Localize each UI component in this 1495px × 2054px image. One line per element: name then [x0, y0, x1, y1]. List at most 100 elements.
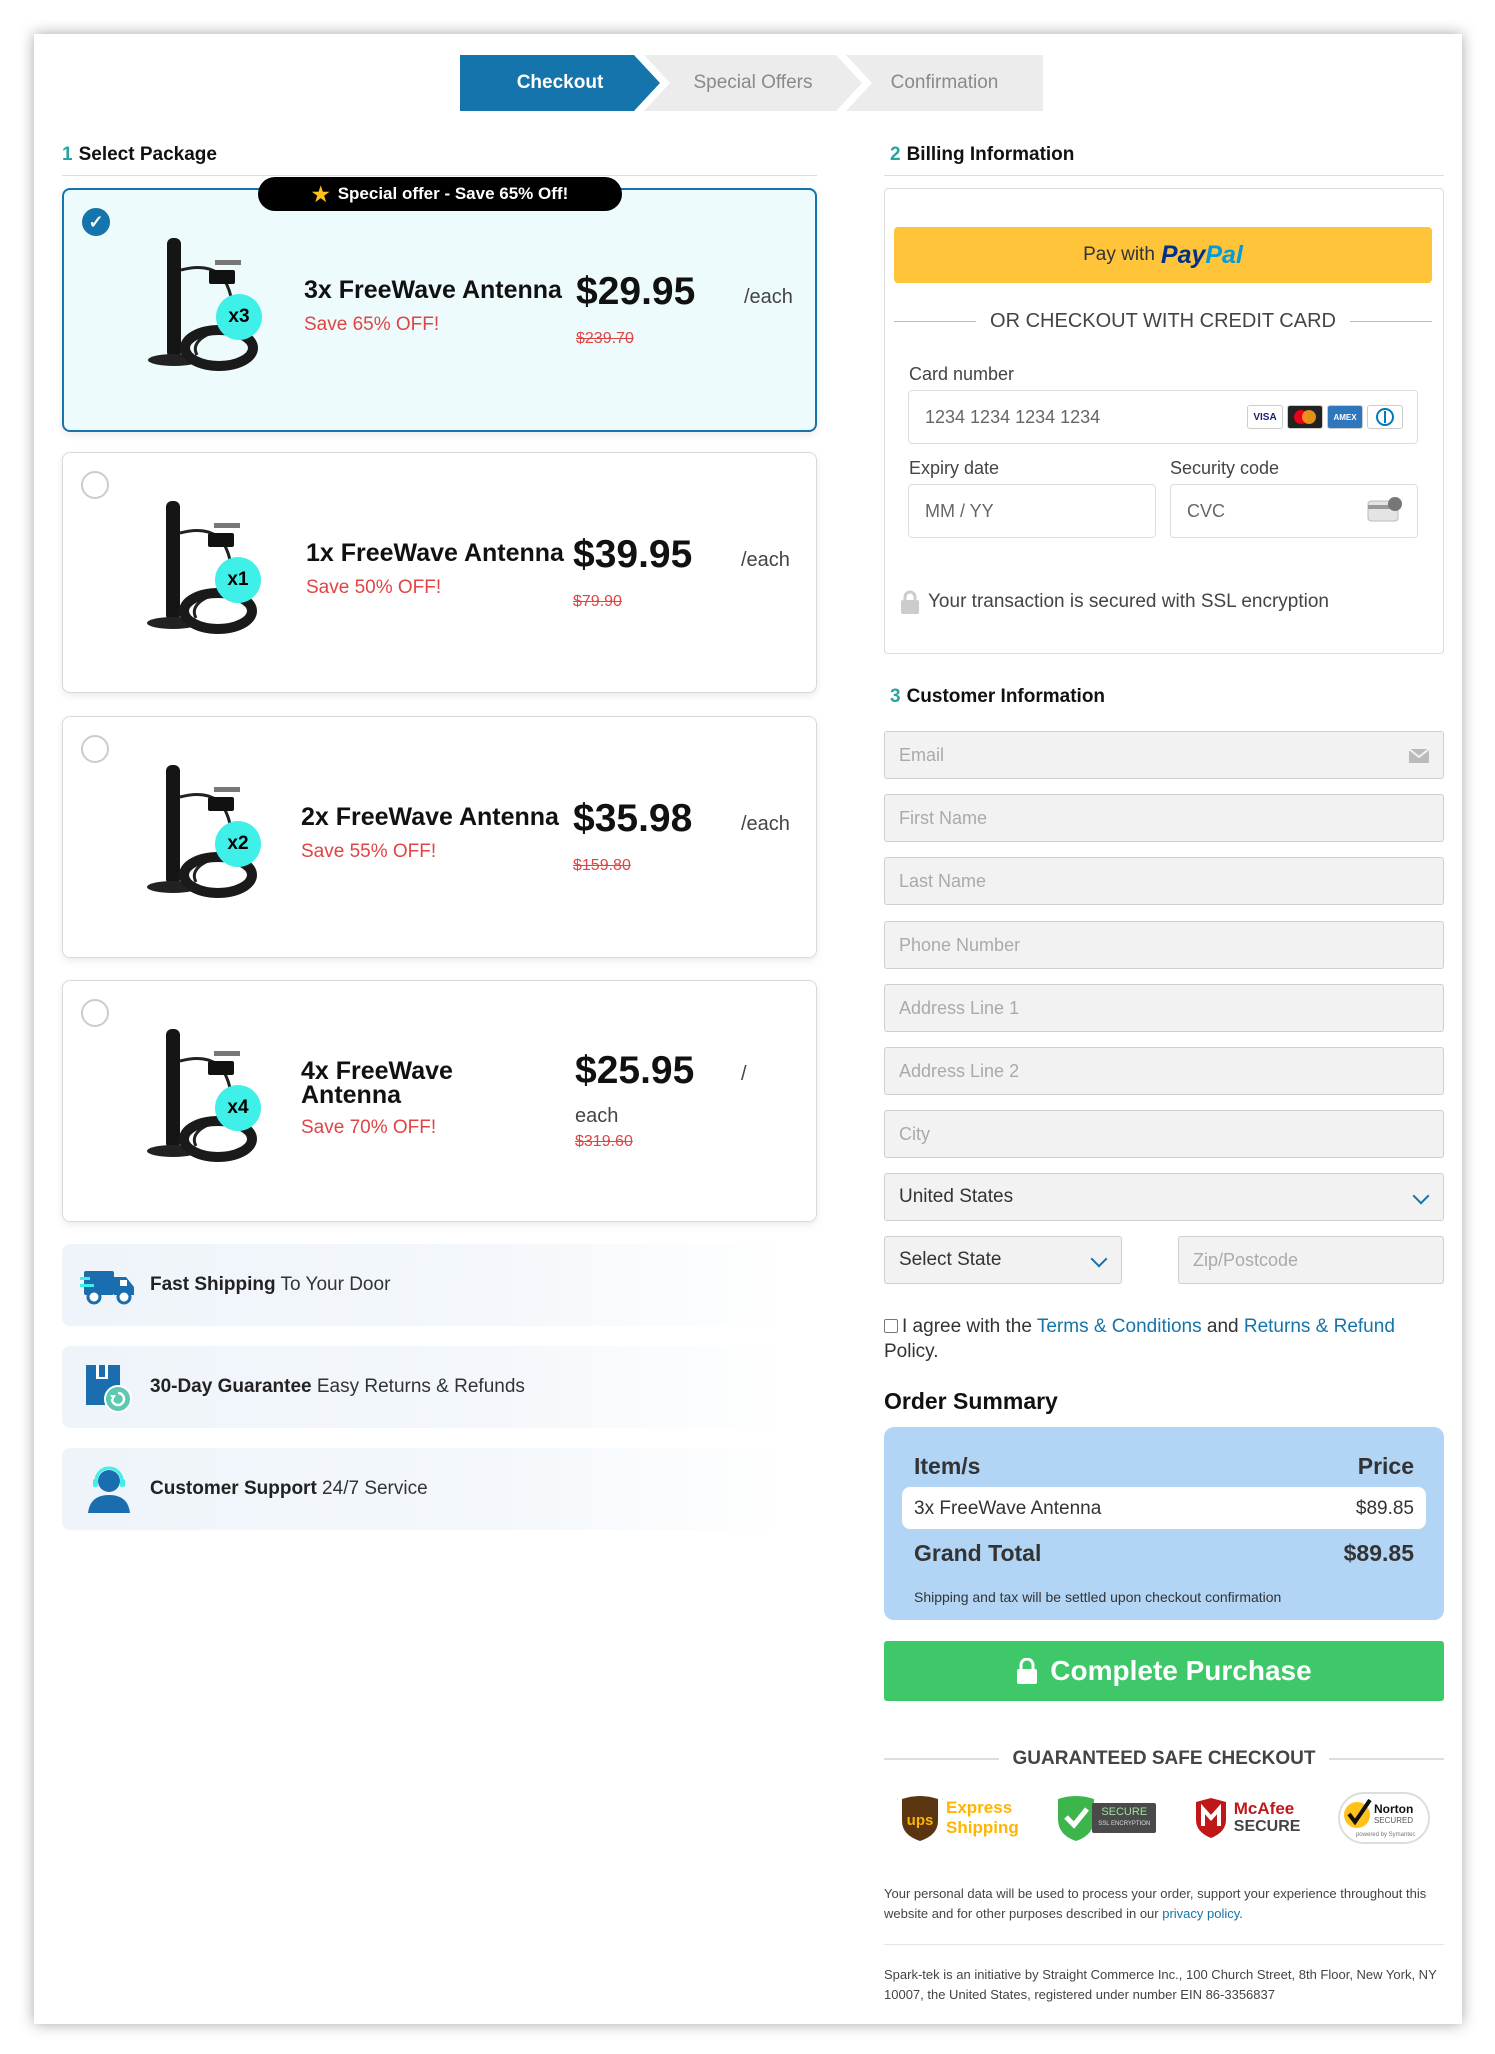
last-name-input[interactable]: Last Name [884, 857, 1444, 905]
package-radio[interactable] [81, 999, 109, 1027]
package-price-unit: /each [744, 286, 793, 308]
package-old-price: $239.70 [576, 330, 634, 347]
step-checkout[interactable]: Checkout [460, 55, 660, 111]
complete-purchase-button[interactable]: Complete Purchase [884, 1641, 1444, 1701]
email-input[interactable]: Email [884, 731, 1444, 779]
offer-text: Special offer - Save 65% Off! [337, 184, 569, 203]
privacy-period: . [1239, 1906, 1243, 1921]
summary-col-price: Price [1357, 1453, 1414, 1479]
address-line-1-input[interactable]: Address Line 1 [884, 984, 1444, 1032]
paypal-button[interactable]: Pay with Pay Pal [894, 227, 1432, 283]
state-select[interactable]: Select State [884, 1236, 1122, 1284]
package-option-3x[interactable]: ✓ x3 3x FreeWave Antenna Save 65% OFF! $… [62, 188, 817, 432]
summary-line-item: 3x FreeWave Antenna $89.85 [902, 1487, 1426, 1529]
step-confirmation[interactable]: Confirmation [846, 55, 1043, 111]
expiry-input[interactable]: MM / YY [908, 484, 1156, 538]
summary-item-price: $89.85 [1355, 1498, 1414, 1519]
ups-express-badge: ups Express Shipping [900, 1795, 1019, 1841]
expiry-placeholder: MM / YY [925, 500, 994, 521]
section-number: 2 [890, 144, 901, 165]
returns-link[interactable]: Returns & Refund [1244, 1316, 1395, 1337]
diners-icon [1367, 405, 1403, 429]
card-number-placeholder: 1234 1234 1234 1234 [925, 406, 1101, 427]
package-name: 4x FreeWave Antenna [301, 1057, 453, 1109]
package-price-unit: each [575, 1105, 619, 1127]
package-name: 3x FreeWave Antenna [304, 276, 562, 304]
quantity-badge: x2 [215, 821, 261, 867]
divider [884, 1944, 1444, 1945]
ups-express-text: Express [946, 1798, 1013, 1817]
feature-bold: Customer Support [150, 1478, 317, 1499]
address-line-2-input[interactable]: Address Line 2 [884, 1047, 1444, 1095]
country-value: United States [899, 1186, 1014, 1207]
guaranteed-divider: GUARANTEED SAFE CHECKOUT [884, 1748, 1445, 1770]
cvc-card-icon [1367, 497, 1402, 522]
package-option-4x[interactable]: x4 4x FreeWave Antenna Save 70% OFF! $25… [62, 980, 817, 1222]
visa-icon: VISA [1247, 405, 1283, 429]
lock-icon [1017, 1658, 1038, 1684]
package-price-unit-slash: / [741, 1063, 747, 1085]
quantity-badge: x1 [215, 557, 261, 603]
trust-badges: ups Express Shipping SECURE SSL ENCRYPTION… [900, 1788, 1430, 1848]
mcafee-badge: McAfee SECURE [1194, 1798, 1300, 1838]
package-old-price: $79.90 [573, 593, 622, 610]
first-name-input[interactable]: First Name [884, 794, 1444, 842]
zip-input[interactable]: Zip/Postcode [1178, 1236, 1444, 1284]
special-offer-badge: ★ Special offer - Save 65% Off! [258, 177, 622, 211]
package-price: $39.95 [573, 533, 693, 576]
section-number: 3 [890, 686, 901, 707]
package-option-2x[interactable]: x2 2x FreeWave Antenna Save 55% OFF! $35… [62, 716, 817, 958]
cvc-placeholder: CVC [1187, 500, 1226, 521]
state-value: Select State [899, 1249, 1002, 1270]
feature-text: Fast Shipping To Your Door [150, 1274, 390, 1296]
cvc-input[interactable]: CVC [1170, 484, 1418, 538]
expiry-label: Expiry date [909, 458, 1000, 478]
divider [884, 175, 1444, 176]
mcafee-shield-icon [1195, 1798, 1226, 1838]
divider [62, 175, 817, 176]
terms-link[interactable]: Terms & Conditions [1037, 1316, 1202, 1337]
support-agent-icon [88, 1466, 130, 1513]
package-savings: Save 50% OFF! [306, 577, 442, 598]
package-radio[interactable] [81, 735, 109, 763]
country-select[interactable]: United States [884, 1173, 1444, 1221]
purchase-label: Complete Purchase [1050, 1655, 1312, 1686]
card-number-input[interactable]: 1234 1234 1234 1234 VISA AMEX [908, 390, 1418, 444]
lock-icon [901, 590, 919, 614]
package-savings: Save 70% OFF! [301, 1117, 437, 1138]
norton-powered-text: powered by Symantec [1355, 1832, 1416, 1838]
package-price: $25.95 [575, 1049, 695, 1092]
city-input[interactable]: City [884, 1110, 1444, 1158]
terms-checkbox[interactable] [884, 1319, 898, 1333]
feature-bold: Fast Shipping [150, 1274, 276, 1295]
or-text: OR CHECKOUT WITH CREDIT CARD [990, 310, 1336, 332]
summary-note: Shipping and tax will be settled upon ch… [914, 1589, 1282, 1605]
paypal-logo-b: Pal [1205, 240, 1243, 269]
feature-fast-shipping: Fast Shipping To Your Door [62, 1244, 792, 1326]
amex-icon: AMEX [1327, 405, 1363, 429]
paypal-logo-a: Pay [1160, 240, 1206, 269]
select-package-heading: 1 Select Package [62, 144, 217, 166]
grand-total-value: $89.85 [1343, 1540, 1414, 1566]
return-box-icon [86, 1365, 132, 1413]
feature-rest: To Your Door [275, 1274, 391, 1295]
feature-rest: Easy Returns & Refunds [311, 1376, 525, 1397]
chevron-down-icon [1090, 1250, 1108, 1268]
section-number: 1 [62, 144, 73, 165]
package-radio-checked[interactable]: ✓ [82, 208, 110, 236]
or-divider: OR CHECKOUT WITH CREDIT CARD [894, 310, 1432, 333]
norton-badge: Norton SECURED powered by Symantec [1337, 1792, 1430, 1844]
step-special-offers[interactable]: Special Offers [644, 55, 862, 111]
package-name: 2x FreeWave Antenna [301, 803, 559, 831]
phone-input[interactable]: Phone Number [884, 921, 1444, 969]
section-title: Customer Information [906, 686, 1106, 707]
package-radio[interactable] [81, 471, 109, 499]
billing-heading: 2 Billing Information [890, 144, 1074, 166]
section-title: Billing Information [906, 144, 1075, 165]
norton-text: Norton [1373, 1802, 1414, 1816]
privacy-policy-link[interactable]: privacy policy [1162, 1906, 1239, 1921]
package-old-price: $319.60 [575, 1133, 633, 1150]
checkout-steps: Checkout Special Offers Confirmation [460, 55, 1043, 111]
card-brand-icons: VISA AMEX [1247, 405, 1403, 429]
package-option-1x[interactable]: x1 1x FreeWave Antenna Save 50% OFF! $39… [62, 452, 817, 693]
